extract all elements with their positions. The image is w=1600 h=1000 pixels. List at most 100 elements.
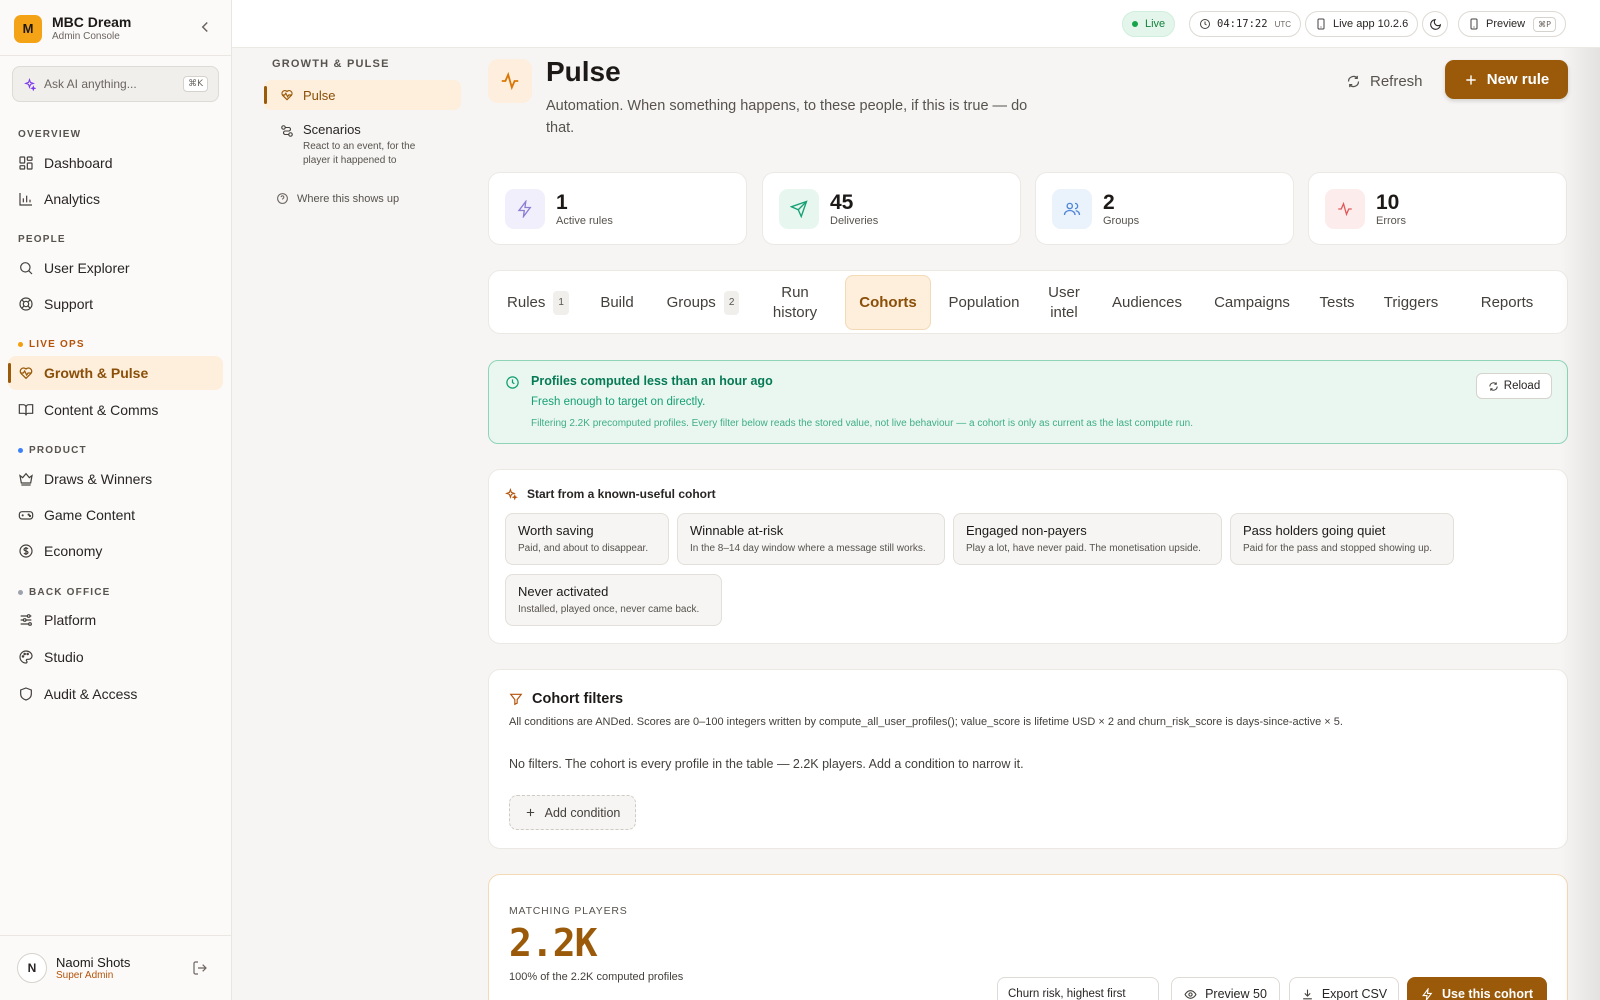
tab-cohorts[interactable]: Cohorts (845, 275, 931, 330)
preset-cohorts-card: Start from a known-useful cohort Worth s… (488, 469, 1568, 644)
preview-shortcut: ⌘P (1533, 16, 1556, 32)
sidebar-item-label: Growth & Pulse (44, 365, 149, 381)
banner-note: Filtering 2.2K precomputed profiles. Eve… (531, 418, 1193, 429)
eye-icon (1184, 988, 1197, 1000)
users-icon (1052, 189, 1092, 229)
export-csv-button[interactable]: Export CSV (1289, 977, 1399, 1000)
sidebar-item-economy[interactable]: Economy (8, 534, 223, 568)
tab-bar: Rules 1 Build Groups 2 Run history Cohorts … (488, 270, 1568, 334)
heart-pulse-icon (280, 88, 294, 102)
matching-players-card: MATCHING PLAYERS 2.2K 100% of the 2.2K c… (488, 874, 1568, 1000)
sidebar-item-studio[interactable]: Studio (8, 640, 223, 674)
section-product: PRODUCT (18, 445, 87, 456)
stat-label: Errors (1376, 215, 1406, 227)
tab-count-badge: 1 (553, 290, 569, 315)
refresh-icon (1346, 74, 1361, 89)
sidebar-item-growth-pulse[interactable]: Growth & Pulse (8, 356, 223, 390)
use-cohort-button[interactable]: Use this cohort (1407, 977, 1547, 1000)
route-icon (280, 124, 294, 138)
live-dot (1132, 21, 1138, 27)
gamepad-icon (18, 507, 34, 523)
brand-name: MBC Dream (52, 14, 132, 30)
banner-subtitle: Fresh enough to target on directly. (531, 396, 706, 408)
palette-icon (18, 649, 34, 665)
smartphone-icon (1468, 18, 1480, 30)
stat-value: 1 (556, 191, 568, 214)
ask-ai-input[interactable]: Ask AI anything... ⌘K (12, 66, 219, 102)
tab-reports[interactable]: Reports (1455, 275, 1559, 330)
tab-groups[interactable]: Groups 2 (655, 275, 751, 330)
tab-tests[interactable]: Tests (1309, 275, 1365, 330)
stat-label: Active rules (556, 215, 613, 227)
sidebar-item-dashboard[interactable]: Dashboard (8, 146, 223, 180)
subnav-item-description: React to an event, for the player it hap… (303, 141, 416, 166)
matching-count: 2.2K (509, 921, 598, 965)
section-people: PEOPLE (18, 234, 66, 245)
refresh-button[interactable]: Refresh (1346, 66, 1423, 96)
sidebar-item-content-comms[interactable]: Content & Comms (8, 393, 223, 427)
subnav-item-label: Scenarios (303, 122, 361, 137)
sidebar-item-audit-access[interactable]: Audit & Access (8, 677, 223, 711)
bar-chart-icon (18, 191, 34, 207)
tab-run-history[interactable]: Run history (759, 275, 831, 330)
sidebar-item-support[interactable]: Support (8, 287, 223, 321)
sidebar-item-label: Support (44, 296, 94, 312)
sidebar-item-label: Platform (44, 612, 97, 628)
preset-cohort[interactable]: Engaged non-payers Play a lot, have neve… (953, 513, 1222, 565)
reload-button[interactable]: Reload (1476, 373, 1552, 399)
sidebar-item-user-explorer[interactable]: User Explorer (8, 251, 223, 285)
ask-ai-shortcut: ⌘K (183, 76, 208, 92)
preset-description: Paid for the pass and stopped showing up… (1243, 543, 1433, 554)
subnav-item-pulse[interactable]: Pulse (264, 80, 461, 110)
help-circle-icon (276, 192, 289, 205)
sort-select[interactable]: Churn risk, highest first (997, 977, 1159, 1000)
add-condition-button[interactable]: Add condition (509, 795, 636, 830)
where-this-shows-up-link[interactable]: Where this shows up (276, 192, 399, 205)
tab-population[interactable]: Population (939, 275, 1029, 330)
user-name: Naomi Shots (56, 955, 131, 970)
section-live-ops: LIVE OPS (18, 339, 85, 350)
sidebar-item-platform[interactable]: Platform (8, 603, 223, 637)
preset-cohort[interactable]: Never activated Installed, played once, … (505, 574, 722, 626)
preset-title: Never activated (518, 584, 609, 599)
preview-50-button[interactable]: Preview 50 (1171, 977, 1280, 1000)
subnav-title: GROWTH & PULSE (272, 58, 390, 70)
brand[interactable]: M MBC Dream Admin Console (14, 14, 131, 43)
ask-ai-placeholder: Ask AI anything... (44, 77, 137, 91)
app-version-button[interactable]: Live app 10.2.6 (1305, 11, 1419, 37)
preset-cohort[interactable]: Winnable at-risk In the 8–14 day window … (677, 513, 945, 565)
sidebar-item-draws-winners[interactable]: Draws & Winners (8, 462, 223, 496)
send-icon (779, 189, 819, 229)
logout-icon[interactable] (192, 960, 208, 976)
tab-campaigns[interactable]: Campaigns (1203, 275, 1301, 330)
tab-rules[interactable]: Rules 1 (497, 275, 579, 330)
preset-description: In the 8–14 day window where a message s… (690, 543, 926, 554)
stat-value: 10 (1376, 191, 1400, 214)
trophy-icon (18, 471, 34, 487)
tab-user-intel[interactable]: User intel (1037, 275, 1091, 330)
section-subnav (232, 48, 472, 1000)
preset-title: Pass holders going quiet (1243, 523, 1386, 538)
new-rule-button[interactable]: New rule (1445, 60, 1568, 99)
avatar[interactable]: N (17, 953, 47, 983)
sidebar-item-label: Audit & Access (44, 686, 138, 702)
filters-empty-state: No filters. The cohort is every profile … (509, 757, 1024, 771)
tab-triggers[interactable]: Triggers (1373, 275, 1449, 330)
sidebar-item-analytics[interactable]: Analytics (8, 182, 223, 216)
brand-subtitle: Admin Console (52, 31, 120, 42)
stat-deliveries: 45 Deliveries (762, 172, 1021, 245)
preset-cohort[interactable]: Worth saving Paid, and about to disappea… (505, 513, 669, 565)
matching-label: MATCHING PLAYERS (509, 905, 628, 917)
tab-audiences[interactable]: Audiences (1099, 275, 1195, 330)
refresh-icon (1488, 381, 1499, 392)
sidebar-item-label: Draws & Winners (44, 471, 153, 487)
preset-description: Play a lot, have never paid. The monetis… (966, 543, 1201, 554)
section-back-office: BACK OFFICE (18, 587, 111, 598)
preset-cohort[interactable]: Pass holders going quiet Paid for the pa… (1230, 513, 1454, 565)
sidebar-item-game-content[interactable]: Game Content (8, 498, 223, 532)
tab-build[interactable]: Build (587, 275, 647, 330)
theme-toggle-button[interactable] (1422, 11, 1448, 37)
sidebar-item-label: Studio (44, 649, 84, 665)
collapse-sidebar-icon[interactable] (196, 18, 214, 36)
preview-button[interactable]: Preview ⌘P (1458, 11, 1566, 37)
